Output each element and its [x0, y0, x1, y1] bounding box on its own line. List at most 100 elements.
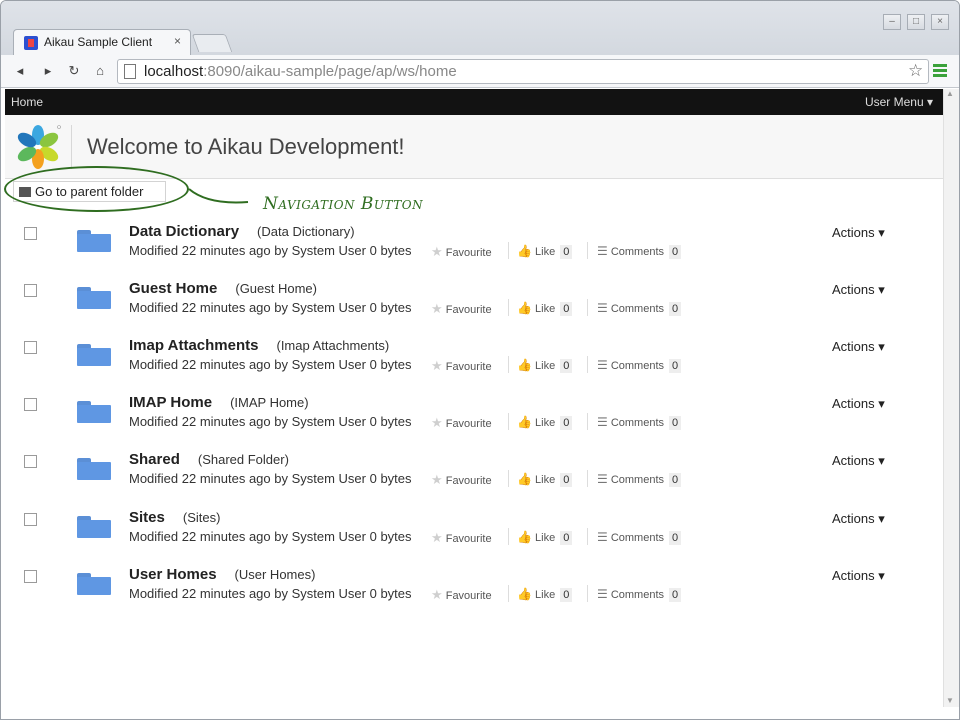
list-item: IMAP Home (IMAP Home) Modified 22 minutes… — [5, 394, 943, 451]
home-icon[interactable]: ⌂ — [91, 62, 109, 80]
window-close-button[interactable]: × — [931, 14, 949, 30]
actions-menu[interactable]: Actions ▾ — [832, 396, 885, 412]
list-item: Sites (Sites) Modified 22 minutes ago by … — [5, 509, 943, 566]
item-name[interactable]: User Homes (User Homes) — [129, 566, 315, 583]
like-toggle[interactable]: 👍 Like 0 — [517, 530, 573, 545]
alfresco-logo-icon — [17, 125, 61, 169]
thumbs-up-icon: 👍 — [517, 415, 532, 429]
item-metadata: Modified 22 minutes ago by System User 0… — [129, 243, 412, 258]
like-toggle[interactable]: 👍 Like 0 — [517, 244, 573, 259]
favourite-toggle[interactable]: ★ Favourite — [431, 530, 492, 546]
favourite-toggle[interactable]: ★ Favourite — [431, 415, 492, 431]
select-checkbox[interactable] — [24, 341, 37, 354]
comments-link[interactable]: ☰ Comments 0 — [597, 472, 682, 487]
item-title: (IMAP Home) — [230, 395, 309, 410]
comments-link[interactable]: ☰ Comments 0 — [597, 415, 682, 430]
item-name[interactable]: Shared (Shared Folder) — [129, 451, 289, 468]
reload-icon[interactable]: ↻ — [65, 62, 83, 80]
comment-icon: ☰ — [597, 415, 608, 429]
scroll-up-icon[interactable]: ▲ — [946, 89, 954, 98]
actions-menu[interactable]: Actions ▾ — [832, 282, 885, 298]
folder-icon[interactable] — [77, 573, 111, 595]
actions-menu[interactable]: Actions ▾ — [832, 225, 885, 241]
thumbs-up-icon: 👍 — [517, 244, 532, 258]
address-bar[interactable]: localhost:8090/aikau-sample/page/ap/ws/h… — [117, 59, 929, 84]
select-checkbox[interactable] — [24, 570, 37, 583]
browser-tab[interactable]: Aikau Sample Client × — [13, 29, 191, 55]
item-name[interactable]: Guest Home (Guest Home) — [129, 280, 317, 297]
favourite-toggle[interactable]: ★ Favourite — [431, 587, 492, 603]
favourite-toggle[interactable]: ★ Favourite — [431, 244, 492, 260]
select-checkbox[interactable] — [24, 513, 37, 526]
divider — [587, 242, 588, 259]
comments-link[interactable]: ☰ Comments 0 — [597, 530, 682, 545]
like-count: 0 — [560, 588, 573, 602]
comment-count: 0 — [669, 416, 682, 430]
comments-link[interactable]: ☰ Comments 0 — [597, 358, 682, 373]
folder-icon[interactable] — [77, 344, 111, 366]
item-name[interactable]: IMAP Home (IMAP Home) — [129, 394, 309, 411]
favourite-toggle[interactable]: ★ Favourite — [431, 301, 492, 317]
annotation-oval — [4, 166, 189, 212]
divider — [508, 413, 509, 430]
page-title: Welcome to Aikau Development! — [87, 134, 405, 159]
maximize-button[interactable]: □ — [907, 14, 925, 30]
tab-close-icon[interactable]: × — [174, 34, 181, 48]
comment-icon: ☰ — [597, 472, 608, 486]
annotation-pointer — [188, 188, 249, 204]
divider — [587, 528, 588, 545]
browser-menu-icon[interactable] — [933, 64, 947, 78]
select-checkbox[interactable] — [24, 227, 37, 240]
comments-link[interactable]: ☰ Comments 0 — [597, 587, 682, 602]
minimize-button[interactable]: – — [883, 14, 901, 30]
like-toggle[interactable]: 👍 Like 0 — [517, 358, 573, 373]
divider — [587, 470, 588, 487]
comments-link[interactable]: ☰ Comments 0 — [597, 301, 682, 316]
tab-strip: Aikau Sample Client × – □ × — [1, 1, 959, 55]
star-icon: ★ — [431, 244, 443, 259]
like-toggle[interactable]: 👍 Like 0 — [517, 301, 573, 316]
forward-arrow-icon[interactable]: ▸ — [39, 62, 57, 80]
home-menu-item[interactable]: Home — [11, 95, 43, 109]
item-metadata: Modified 22 minutes ago by System User 0… — [129, 414, 412, 429]
like-toggle[interactable]: 👍 Like 0 — [517, 587, 573, 602]
divider — [587, 356, 588, 373]
like-toggle[interactable]: 👍 Like 0 — [517, 415, 573, 430]
thumbs-up-icon: 👍 — [517, 530, 532, 544]
folder-icon[interactable] — [77, 401, 111, 423]
favourite-toggle[interactable]: ★ Favourite — [431, 358, 492, 374]
item-name[interactable]: Imap Attachments (Imap Attachments) — [129, 337, 389, 354]
comment-count: 0 — [669, 588, 682, 602]
actions-menu[interactable]: Actions ▾ — [832, 511, 885, 527]
item-name[interactable]: Data Dictionary (Data Dictionary) — [129, 223, 355, 240]
folder-icon[interactable] — [77, 287, 111, 309]
comment-count: 0 — [669, 245, 682, 259]
star-icon: ★ — [431, 472, 443, 487]
list-item: Imap Attachments (Imap Attachments) Modif… — [5, 337, 943, 394]
folder-icon[interactable] — [77, 516, 111, 538]
user-menu[interactable]: User Menu ▾ — [865, 95, 933, 109]
comment-icon: ☰ — [597, 530, 608, 544]
folder-icon[interactable] — [77, 458, 111, 480]
back-arrow-icon[interactable]: ◂ — [11, 62, 29, 80]
new-tab-button[interactable] — [191, 34, 233, 52]
folder-icon[interactable] — [77, 230, 111, 252]
vertical-scrollbar[interactable]: ▲ ▼ — [943, 89, 959, 707]
select-checkbox[interactable] — [24, 284, 37, 297]
scroll-down-icon[interactable]: ▼ — [946, 696, 954, 705]
comment-count: 0 — [669, 302, 682, 316]
select-checkbox[interactable] — [24, 455, 37, 468]
actions-menu[interactable]: Actions ▾ — [832, 453, 885, 469]
like-toggle[interactable]: 👍 Like 0 — [517, 472, 573, 487]
item-name[interactable]: Sites (Sites) — [129, 509, 220, 526]
actions-menu[interactable]: Actions ▾ — [832, 339, 885, 355]
title-divider — [71, 125, 72, 169]
bookmark-star-icon[interactable]: ☆ — [908, 61, 923, 81]
list-item: Data Dictionary (Data Dictionary) Modifie… — [5, 223, 943, 280]
comments-link[interactable]: ☰ Comments 0 — [597, 244, 682, 259]
item-title: (Shared Folder) — [197, 452, 289, 467]
divider — [508, 528, 509, 545]
actions-menu[interactable]: Actions ▾ — [832, 568, 885, 584]
select-checkbox[interactable] — [24, 398, 37, 411]
favourite-toggle[interactable]: ★ Favourite — [431, 472, 492, 488]
